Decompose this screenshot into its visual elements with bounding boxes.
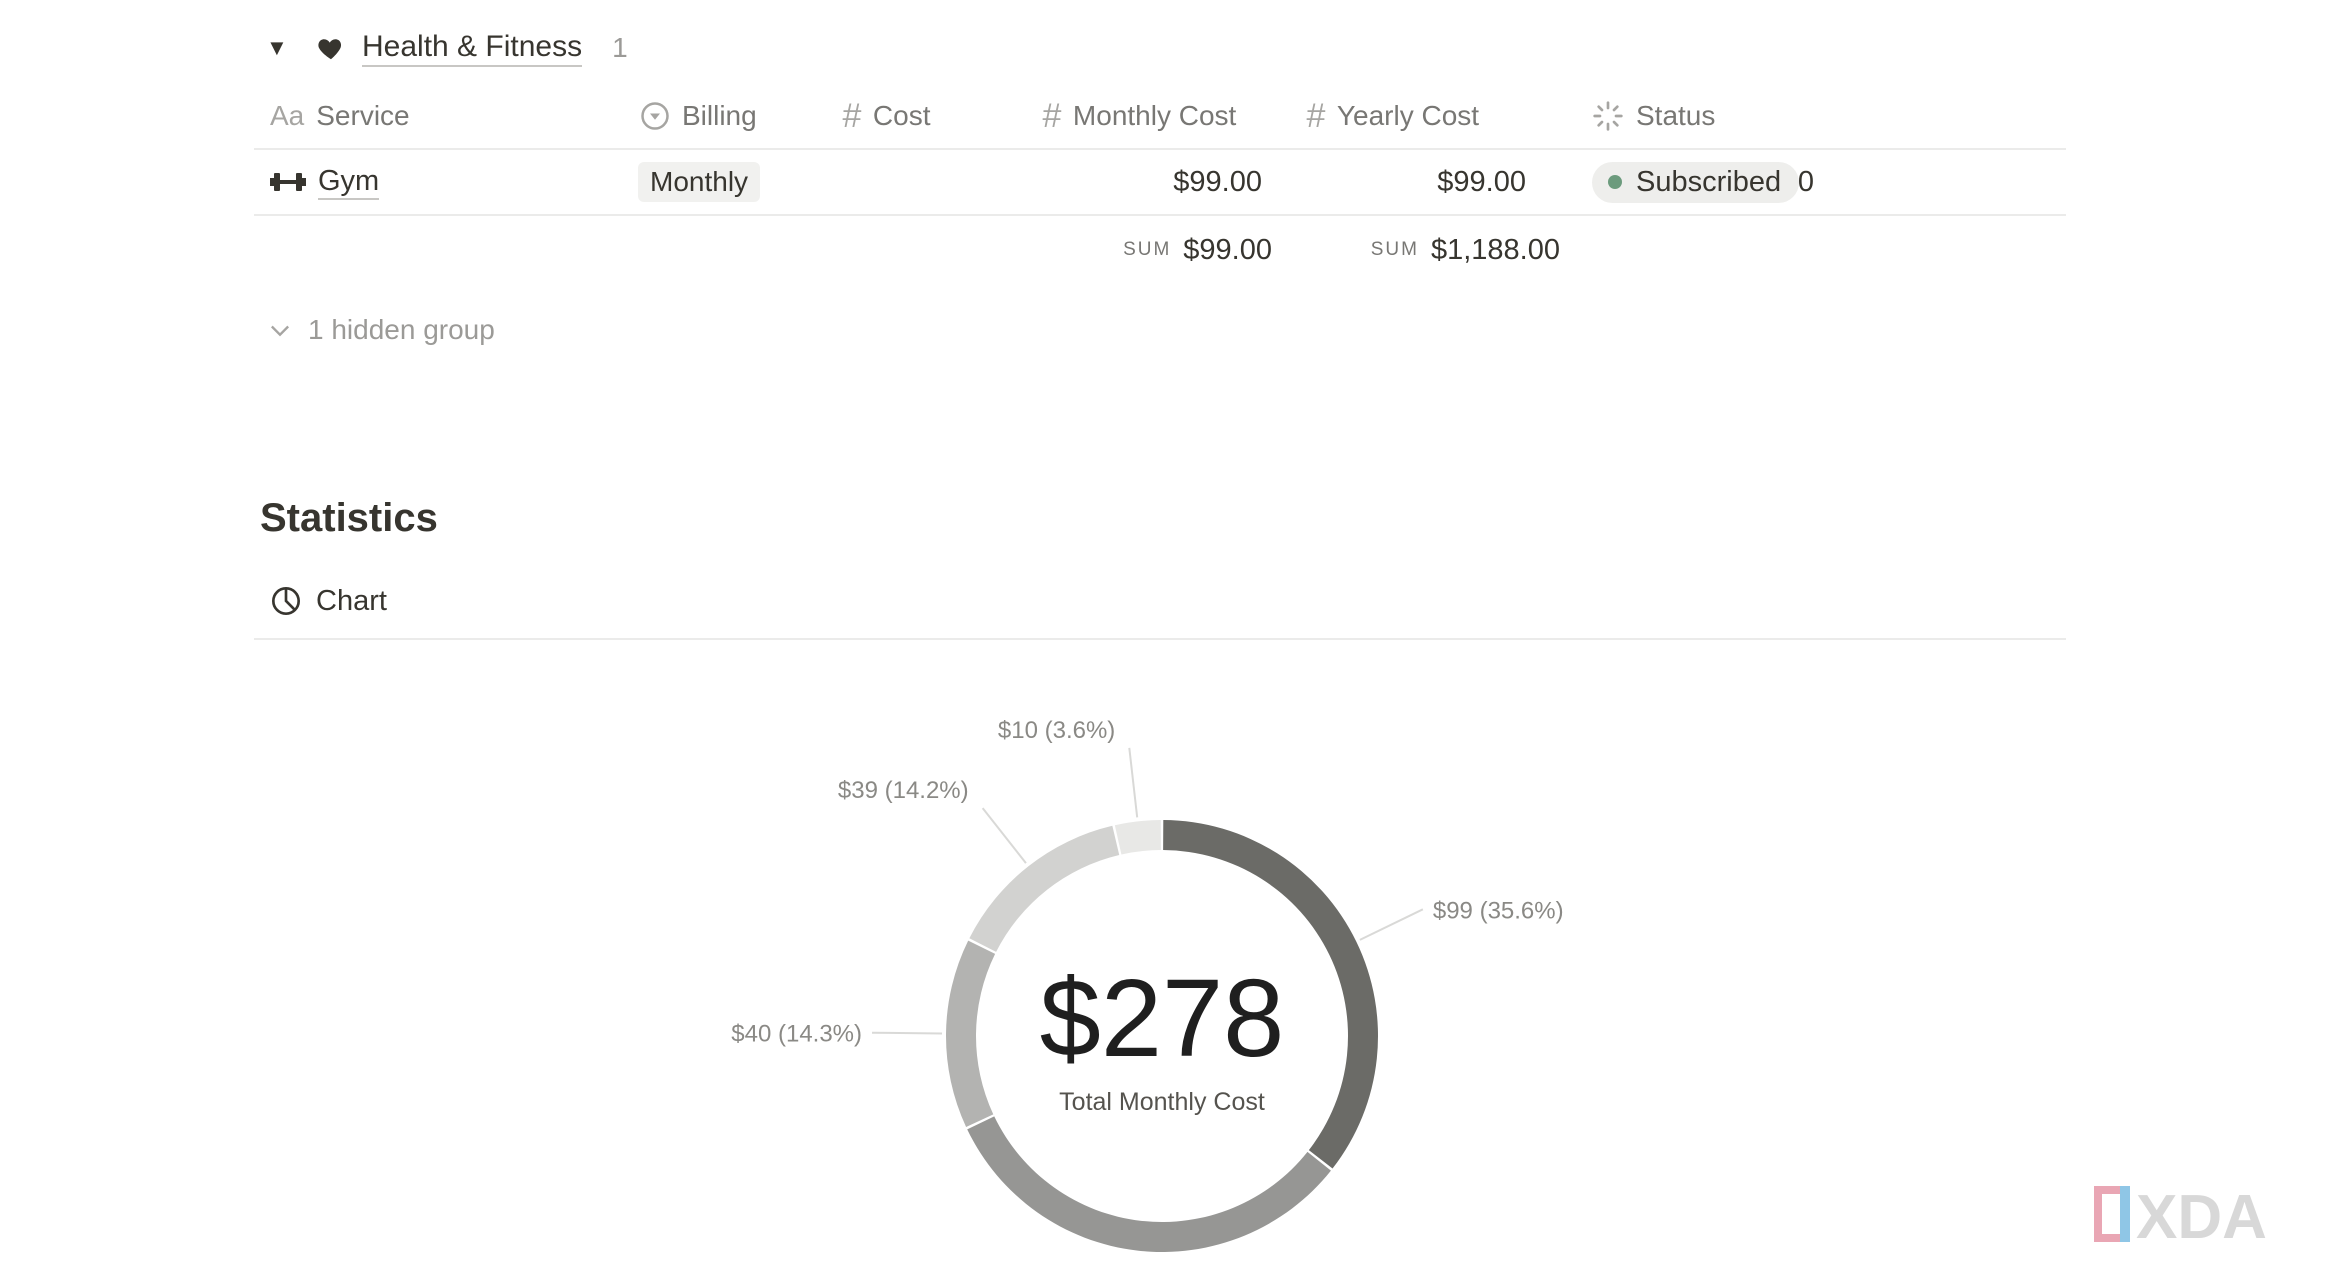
donut-slice[interactable] xyxy=(967,1116,1331,1252)
leader-line xyxy=(1359,908,1424,941)
leader-line xyxy=(1128,747,1139,818)
slice-label: $10 (3.6%) xyxy=(998,717,1115,744)
watermark-text: XDA xyxy=(2136,1183,2267,1252)
donut-slice[interactable] xyxy=(945,940,996,1127)
leader-line xyxy=(981,807,1027,864)
donut-slice[interactable] xyxy=(1114,820,1161,855)
xda-logo: XDA xyxy=(2094,1183,2267,1252)
chart-center-label: Total Monthly Cost xyxy=(1059,1088,1265,1116)
slice-label: $99 (35.6%) xyxy=(1433,897,1564,924)
leader-line xyxy=(872,1031,943,1035)
chart-center-value: $278 xyxy=(1040,957,1285,1080)
donut-slice[interactable] xyxy=(969,825,1120,952)
slice-label: $39 (14.2%) xyxy=(838,777,969,804)
slice-label: $40 (14.3%) xyxy=(731,1021,862,1048)
donut-chart: $99 (35.6%) $40 (14.3%) $39 (14.2%) $10 (3.… xyxy=(731,717,1564,1252)
